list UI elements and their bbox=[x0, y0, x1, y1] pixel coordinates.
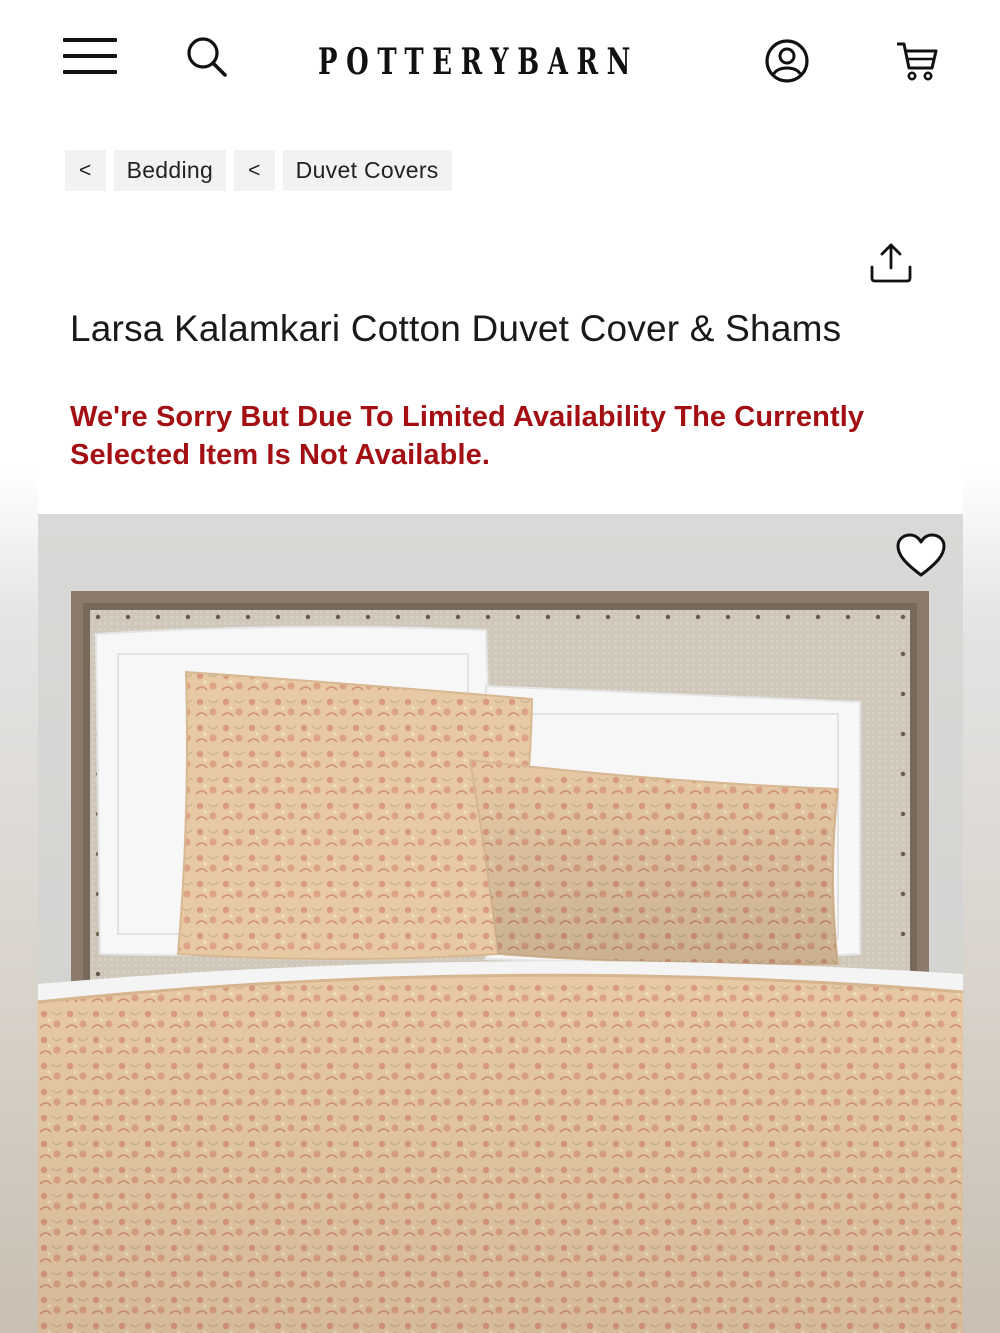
site-header: POTTERYBARN bbox=[38, 0, 963, 120]
menu-icon-bar bbox=[63, 54, 117, 58]
breadcrumb-item-duvet-covers[interactable]: Duvet Covers bbox=[282, 150, 452, 191]
heart-icon bbox=[896, 533, 946, 577]
account-icon bbox=[765, 39, 809, 83]
account-button[interactable] bbox=[764, 38, 810, 84]
search-button[interactable] bbox=[184, 34, 230, 80]
cart-button[interactable] bbox=[894, 38, 940, 84]
breadcrumb: < Bedding < Duvet Covers bbox=[65, 150, 452, 191]
cart-icon bbox=[897, 42, 938, 81]
share-button[interactable] bbox=[868, 240, 914, 286]
menu-icon-bar bbox=[63, 70, 117, 74]
product-page: POTTERYBARN < Bedding < Duvet Covers Lar… bbox=[38, 0, 963, 1333]
menu-icon-bar bbox=[63, 38, 117, 42]
favorite-button[interactable] bbox=[895, 532, 947, 580]
breadcrumb-back-duvet-covers[interactable]: < bbox=[234, 150, 275, 191]
breadcrumb-back-bedding[interactable]: < bbox=[65, 150, 106, 191]
menu-button[interactable] bbox=[63, 36, 117, 76]
availability-alert: We're Sorry But Due To Limited Availabil… bbox=[70, 401, 865, 471]
bed-photo bbox=[38, 514, 963, 1333]
brand-logo[interactable]: POTTERYBARN bbox=[318, 38, 630, 86]
breadcrumb-item-bedding[interactable]: Bedding bbox=[113, 150, 227, 191]
product-image[interactable] bbox=[38, 514, 963, 1333]
product-title: Larsa Kalamkari Cotton Duvet Cover & Sha… bbox=[70, 308, 842, 349]
share-icon bbox=[870, 243, 912, 283]
search-icon bbox=[187, 37, 227, 77]
